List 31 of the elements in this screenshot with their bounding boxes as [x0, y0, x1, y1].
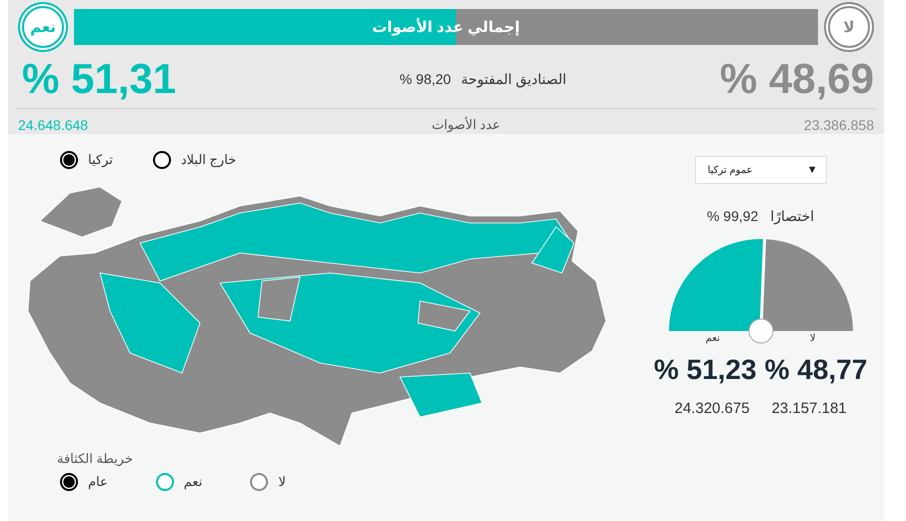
dropdown-value: عموم تركيا [708, 164, 753, 176]
radio-button[interactable] [156, 473, 174, 491]
radio-button[interactable] [60, 473, 78, 491]
no-votes: 23.157.181 [772, 400, 847, 417]
radio-label: لا [278, 474, 286, 490]
radio-label: خارج البلاد [180, 152, 236, 168]
votes-label: عدد الأصوات [430, 117, 500, 133]
gauge-hub [748, 318, 774, 344]
gauge-no-label: لا [810, 333, 816, 344]
caret-icon: ▼ [806, 164, 818, 176]
open-boxes-value: % 98,20 [400, 70, 451, 88]
radio-label: عام [88, 474, 108, 490]
no-votes: 23.386.858 [804, 117, 874, 133]
yes-votes: 24.320.675 [674, 400, 750, 417]
radio-label: تركيا [88, 152, 113, 168]
no-percent: % 48,77 [764, 354, 868, 386]
open-boxes-label: الصناديق المفتوحة [460, 70, 566, 88]
gauge-yes-label: نعم [706, 333, 720, 344]
yes-votes: 24.648.648 [18, 117, 88, 133]
radio-button[interactable] [250, 473, 268, 491]
density-title: خريطة الكثافة [56, 451, 134, 467]
bar-title: إجمالي عدد الأصوات [372, 18, 520, 36]
radio-button[interactable] [152, 151, 171, 169]
region-dropdown[interactable]: عموم تركيا ▼ [694, 156, 827, 184]
no-percent: % 48,69 [720, 55, 874, 103]
counted-value: % 99,92 [706, 208, 758, 225]
yes-percent: % 51,31 [22, 55, 176, 103]
radio-label: نعم [184, 474, 202, 490]
radio-button[interactable] [60, 151, 78, 169]
yes-percent: % 51,23 [654, 354, 757, 386]
counted-label: اختصارًا [770, 208, 814, 225]
